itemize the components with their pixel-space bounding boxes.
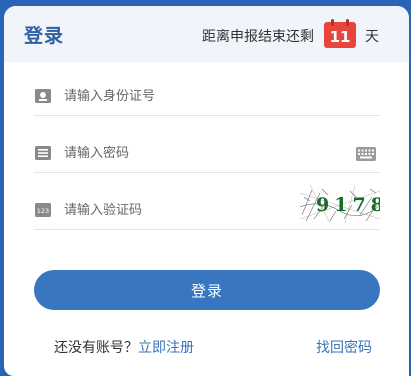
register-prompt: 还没有账号？立即注册 — [54, 337, 194, 357]
login-button[interactable]: 登录 — [34, 270, 380, 310]
captcha-input[interactable] — [64, 193, 304, 227]
id-number-input[interactable] — [64, 79, 304, 113]
badge-123-text: 123 — [37, 207, 49, 215]
days-unit: 天 — [365, 29, 379, 45]
login-card: 登录 距离申报结束还剩 11 天 请输入身份证号 123 请输入验证码 917 … — [4, 6, 409, 376]
password-field — [34, 136, 380, 173]
id-number-field — [34, 79, 380, 116]
lines-icon — [35, 146, 51, 160]
page-title: 登录 — [24, 25, 65, 47]
keyboard-icon[interactable] — [356, 147, 376, 161]
card-header: 登录 距离申报结束还剩 11 天 — [4, 6, 409, 62]
deadline-text: 距离申报结束还剩 — [202, 29, 314, 45]
number-123-icon: 123 — [35, 203, 51, 217]
captcha-field: 123 9178 — [34, 185, 380, 230]
captcha-image[interactable]: 9178 — [300, 185, 380, 223]
days-left-count: 11 — [329, 28, 351, 46]
captcha-code-text: 9178 — [316, 194, 380, 216]
id-card-icon — [35, 89, 51, 103]
forgot-password-link[interactable]: 找回密码 — [316, 340, 372, 356]
forgot-password-area: 找回密码 — [316, 337, 372, 357]
no-account-text: 还没有账号？ — [54, 340, 138, 356]
register-link[interactable]: 立即注册 — [138, 340, 194, 356]
password-input[interactable] — [64, 136, 304, 170]
